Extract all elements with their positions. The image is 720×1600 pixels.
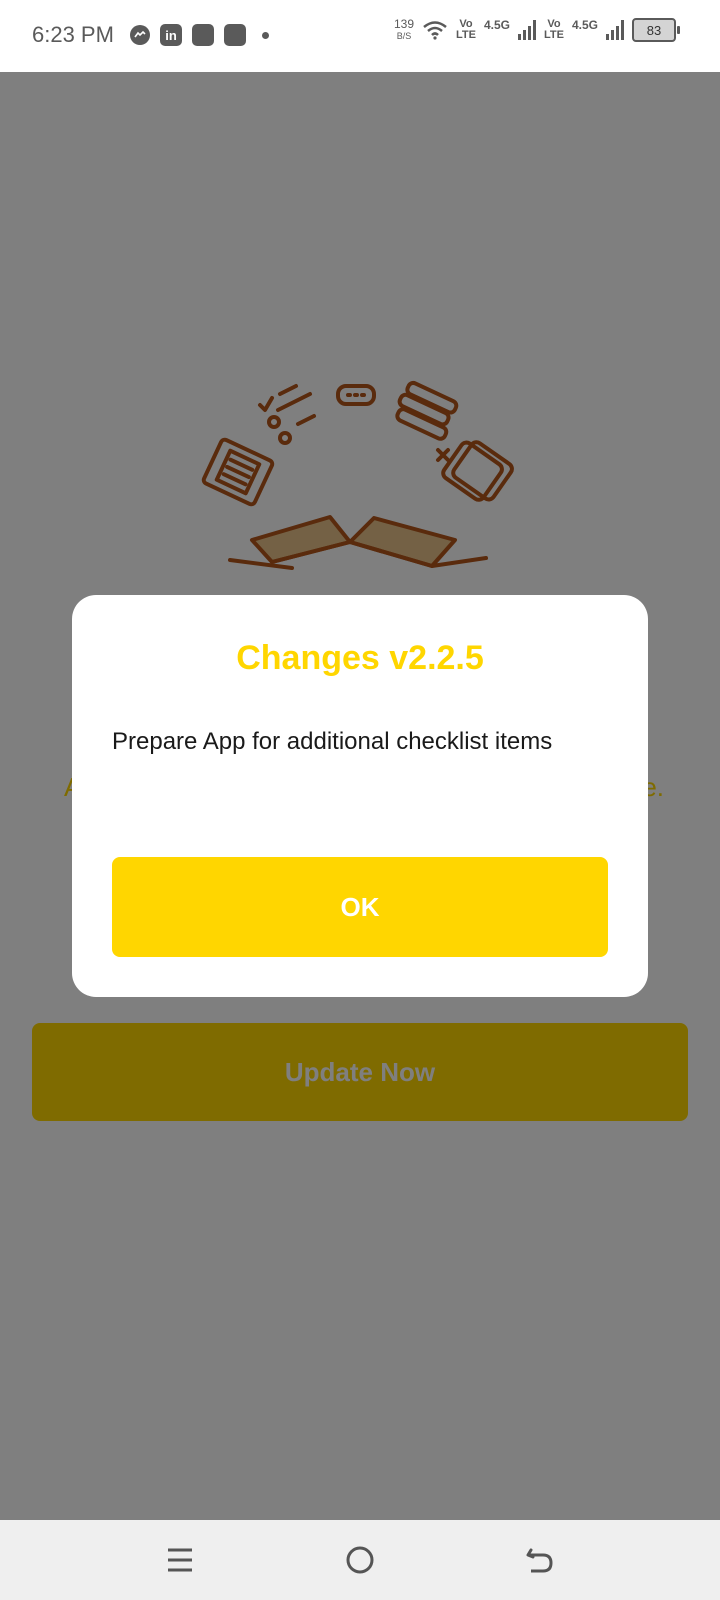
more-notifications-dot — [262, 31, 269, 39]
wifi-icon — [423, 21, 447, 40]
volte-2-bottom: LTE — [544, 29, 564, 41]
notification-icons: in — [130, 24, 269, 46]
signal-bars-2-icon — [606, 20, 624, 40]
back-button[interactable] — [520, 1540, 560, 1580]
home-icon — [346, 1546, 374, 1574]
ok-button[interactable]: OK — [112, 857, 608, 957]
signal-bars-1-icon — [518, 20, 537, 40]
network-type-1: 4.5G — [484, 18, 511, 32]
dialog-message: Prepare App for additional checklist ite… — [112, 728, 553, 755]
network-speed-value: 139 — [394, 17, 415, 31]
status-bar: 6:23 PM in 139 B/S Vo LTE 4.5G Vo LTE 4.… — [0, 0, 720, 72]
recent-apps-button[interactable] — [160, 1540, 200, 1580]
volte-indicator-2: Vo LTE — [544, 19, 564, 41]
battery-level: 83 — [646, 22, 662, 38]
dialog-title: Changes v2.2.5 — [236, 639, 484, 677]
app-icon — [224, 24, 246, 46]
volte-indicator-1: Vo LTE — [456, 19, 476, 41]
home-button[interactable] — [340, 1540, 380, 1580]
system-icons: 139 B/S Vo LTE 4.5G Vo LTE 4.5G 83 — [394, 18, 680, 42]
network-type-2: 4.5G — [571, 18, 598, 32]
status-time: 6:23 PM — [32, 22, 114, 47]
volte-1-bottom: LTE — [456, 29, 476, 41]
screen: 6:23 PM in 139 B/S Vo LTE 4.5G Vo LTE 4.… — [0, 0, 720, 1600]
back-icon — [526, 1548, 553, 1573]
changes-dialog: Changes v2.2.5 Prepare App for additiona… — [72, 595, 648, 997]
network-speed: 139 B/S — [394, 18, 414, 42]
linkedin-icon: in — [160, 24, 182, 46]
battery-icon: 83 — [632, 18, 680, 42]
navigation-bar — [0, 1520, 720, 1600]
network-speed-unit: B/S — [396, 31, 412, 41]
menu-icon — [168, 1548, 192, 1572]
messenger-icon — [130, 25, 150, 45]
app-icon — [192, 24, 214, 46]
